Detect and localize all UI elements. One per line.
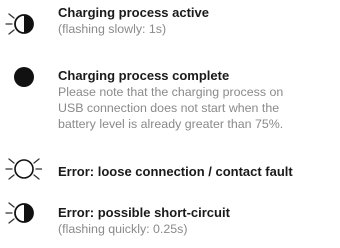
legend-title: Error: loose connection / contact fault [58,164,293,179]
legend-text: Error: loose connection / contact fault [58,164,340,180]
legend-title: Charging process active [58,5,209,20]
legend-row-loose-connection: Error: loose connection / contact fault [0,158,340,184]
legend-row-charging-complete: Charging process complete Please note th… [0,67,340,138]
legend-detail: Please note that the charging process on [58,85,284,99]
legend-text: Error: possible short-circuit (flashing … [58,205,340,237]
legend-title: Charging process complete [58,68,230,83]
filled-circle-icon [0,62,42,92]
legend-text: Charging process complete Please note th… [58,68,340,132]
legend-detail: USB connection does not start when the [58,101,280,115]
half-filled-circle-flashing-icon [0,198,42,228]
legend-row-short-circuit: Error: possible short-circuit (flashing … [0,202,340,245]
legend-text: Charging process active (flashing slowly… [58,5,340,37]
half-filled-circle-flashing-icon [0,9,42,39]
legend-detail: (flashing quickly: 0.25s) [58,222,188,236]
legend-title: Error: possible short-circuit [58,205,230,220]
legend-detail: battery level is already greater than 75… [58,117,284,131]
legend-detail: (flashing slowly: 1s) [58,22,167,36]
legend-row-charging-active: Charging process active (flashing slowly… [0,5,340,47]
empty-circle-flashing-icon [0,154,42,184]
